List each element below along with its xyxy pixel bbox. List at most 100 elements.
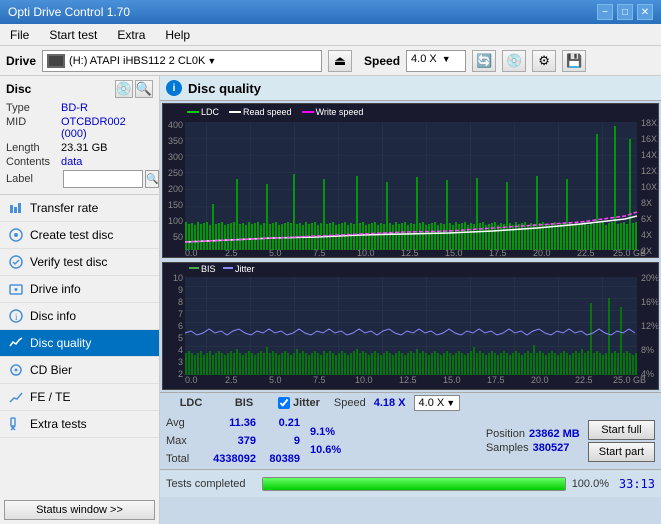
position-label: Position xyxy=(486,428,525,440)
verify-test-disc-icon xyxy=(8,254,24,270)
speed-select-value: 4.0 X xyxy=(419,397,445,409)
svg-text:12X: 12X xyxy=(641,166,657,176)
disc-quality-title-icon: i xyxy=(166,80,182,96)
sidebar-item-extra-tests[interactable]: Extra tests xyxy=(0,411,159,438)
svg-text:400: 400 xyxy=(168,120,183,130)
total-ldc: 4338092 xyxy=(206,453,256,465)
bottom-chart-svg: BIS Jitter 10 9 8 7 6 5 4 3 2 20% 16% 12… xyxy=(163,263,658,391)
read-speed-legend-item: Read speed xyxy=(229,107,292,117)
max-ldc: 379 xyxy=(206,435,256,447)
sidebar-item-create-test-disc[interactable]: Create test disc xyxy=(0,222,159,249)
disc-mid-row: MID OTCBDR002 (000) xyxy=(6,116,153,140)
status-window-button[interactable]: Status window >> xyxy=(4,500,155,520)
start-part-button[interactable]: Start part xyxy=(588,442,655,462)
ldc-stats: LDC xyxy=(166,397,216,409)
avg-jitter: 9.1% xyxy=(310,426,335,438)
svg-text:5.0: 5.0 xyxy=(269,375,282,385)
transfer-rate-label: Transfer rate xyxy=(30,201,98,215)
contents-label: Contents xyxy=(6,156,61,168)
disc-info-label: Disc info xyxy=(30,309,76,323)
svg-text:17.5: 17.5 xyxy=(487,375,505,385)
drive-select[interactable]: (H:) ATAPI iHBS112 2 CL0K ▼ xyxy=(42,50,322,72)
sidebar-item-fe-te[interactable]: FE / TE xyxy=(0,384,159,411)
svg-text:10X: 10X xyxy=(641,182,657,192)
mid-label: MID xyxy=(6,116,61,140)
length-value: 23.31 GB xyxy=(61,142,107,154)
top-chart: LDC Read speed Write speed xyxy=(162,103,659,258)
sidebar-item-transfer-rate[interactable]: Transfer rate xyxy=(0,195,159,222)
speed-stat-select[interactable]: 4.0 X ▼ xyxy=(414,395,461,411)
menu-extra[interactable]: Extra xyxy=(111,26,151,44)
disc-button[interactable]: 💿 xyxy=(502,50,526,72)
app-title: Opti Drive Control 1.70 xyxy=(8,5,130,19)
maximize-button[interactable]: □ xyxy=(617,4,633,20)
menu-start-test[interactable]: Start test xyxy=(43,26,103,44)
disc-quality-header: i Disc quality xyxy=(160,76,661,101)
svg-text:14X: 14X xyxy=(641,150,657,160)
close-button[interactable]: ✕ xyxy=(637,4,653,20)
bottom-chart: BIS Jitter 10 9 8 7 6 5 4 3 2 20% 16% 12… xyxy=(162,262,659,390)
jitter-checkbox[interactable] xyxy=(278,397,290,409)
label-input[interactable] xyxy=(63,170,143,188)
svg-text:6: 6 xyxy=(178,321,183,331)
sidebar-item-verify-test-disc[interactable]: Verify test disc xyxy=(0,249,159,276)
top-chart-svg: 400 350 300 250 200 150 100 50 18X 16X 1… xyxy=(163,104,658,259)
speed-label: Speed xyxy=(364,54,400,68)
disc-quality-title: Disc quality xyxy=(188,81,261,96)
disc-contents-row: Contents data xyxy=(6,156,153,168)
disc-icon-2[interactable]: 🔍 xyxy=(135,80,153,98)
write-speed-legend-label: Write speed xyxy=(316,107,364,117)
disc-type-row: Type BD-R xyxy=(6,102,153,114)
eject-button[interactable]: ⏏ xyxy=(328,50,352,72)
avg-label: Avg xyxy=(166,417,202,429)
verify-test-disc-label: Verify test disc xyxy=(30,255,107,269)
speed-dropdown-arrow: ▼ xyxy=(442,54,451,64)
extra-tests-label: Extra tests xyxy=(30,417,87,431)
refresh-button[interactable]: 🔄 xyxy=(472,50,496,72)
svg-text:20.0: 20.0 xyxy=(531,375,549,385)
max-label: Max xyxy=(166,435,202,447)
position-samples-col: Position 23862 MB Samples 380527 xyxy=(486,428,580,454)
svg-text:12%: 12% xyxy=(641,321,658,331)
disc-length-row: Length 23.31 GB xyxy=(6,142,153,154)
sidebar-item-drive-info[interactable]: Drive info xyxy=(0,276,159,303)
sidebar-item-disc-quality[interactable]: Disc quality xyxy=(0,330,159,357)
cd-bier-label: CD Bier xyxy=(30,363,72,377)
sidebar-item-disc-info[interactable]: i Disc info xyxy=(0,303,159,330)
svg-text:8: 8 xyxy=(178,297,183,307)
svg-text:5: 5 xyxy=(178,333,183,343)
contents-value: data xyxy=(61,156,82,168)
menu-help[interactable]: Help xyxy=(159,26,196,44)
top-chart-legend: LDC Read speed Write speed xyxy=(187,107,363,117)
title-bar: Opti Drive Control 1.70 − □ ✕ xyxy=(0,0,661,24)
drive-info-icon xyxy=(8,281,24,297)
disc-icon-1[interactable]: 💿 xyxy=(115,80,133,98)
max-bis: 9 xyxy=(260,435,300,447)
sidebar-item-cd-bier[interactable]: CD Bier xyxy=(0,357,159,384)
ldc-header: LDC xyxy=(180,397,203,409)
settings-button[interactable]: ⚙ xyxy=(532,50,556,72)
speed-select[interactable]: 4.0 X ▼ xyxy=(406,50,466,72)
svg-text:0.0: 0.0 xyxy=(185,375,198,385)
svg-text:150: 150 xyxy=(168,200,183,210)
menu-file[interactable]: File xyxy=(4,26,35,44)
svg-text:3: 3 xyxy=(178,357,183,367)
bis-header: BIS xyxy=(235,397,253,409)
svg-text:10: 10 xyxy=(173,273,183,283)
disc-panel-title: Disc xyxy=(6,82,31,96)
speed-stat-label: Speed xyxy=(334,397,366,409)
create-test-disc-icon xyxy=(8,227,24,243)
ldc-legend-label: LDC xyxy=(201,107,219,117)
minimize-button[interactable]: − xyxy=(597,4,613,20)
save-button[interactable]: 💾 xyxy=(562,50,586,72)
start-full-button[interactable]: Start full xyxy=(588,420,655,440)
disc-info-icon: i xyxy=(8,308,24,324)
label-search-button[interactable]: 🔍 xyxy=(145,170,159,188)
svg-text:200: 200 xyxy=(168,184,183,194)
svg-text:9: 9 xyxy=(178,285,183,295)
extra-tests-icon xyxy=(8,416,24,432)
menu-bar: File Start test Extra Help xyxy=(0,24,661,46)
progress-percent: 100.0% xyxy=(572,478,609,490)
window-controls[interactable]: − □ ✕ xyxy=(597,4,653,20)
svg-text:250: 250 xyxy=(168,168,183,178)
